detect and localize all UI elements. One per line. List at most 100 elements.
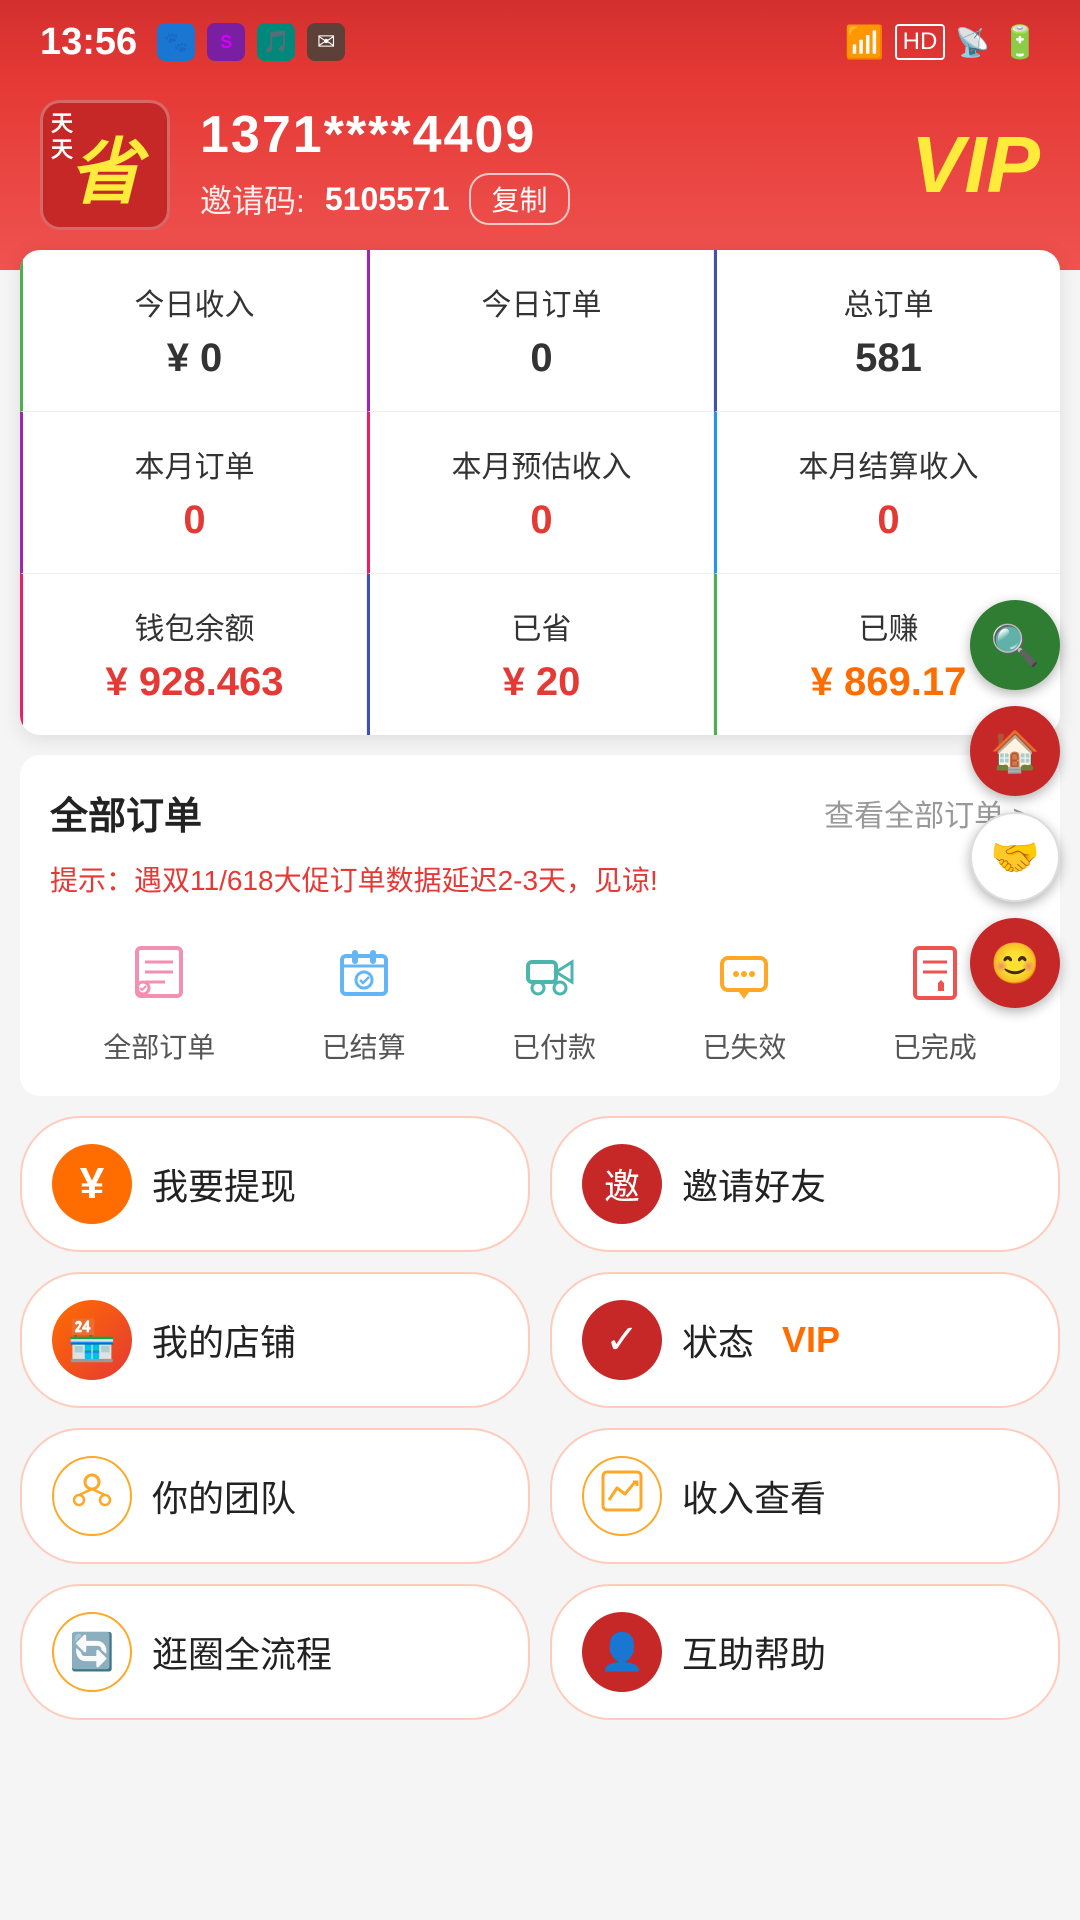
app-logo: 天天 省: [40, 100, 170, 230]
search-icon: 🔍: [990, 622, 1040, 669]
order-tab-expired[interactable]: 已失效: [702, 932, 786, 1066]
stat-total-orders: 总订单 581: [714, 250, 1060, 412]
order-tab-expired-icon: [704, 932, 784, 1012]
status-time: 13:56: [40, 21, 137, 64]
stat-saved: 已省 ¥ 20: [367, 574, 714, 735]
home-icon: 🏠: [990, 728, 1040, 775]
stat-month-estimated-label: 本月预估收入: [390, 442, 693, 486]
stat-today-orders-label: 今日订单: [390, 280, 693, 324]
stat-wallet-label: 钱包余额: [43, 604, 346, 648]
phone-number: 1371****4409: [200, 105, 881, 165]
logo-text-top: 天天: [51, 111, 73, 164]
stat-wallet-value: ¥ 928.463: [43, 660, 346, 705]
orders-title: 全部订单: [50, 785, 202, 840]
stat-today-income-label: 今日收入: [43, 280, 346, 324]
status-system-icons: 📶 HD 📡 🔋: [845, 23, 1040, 61]
order-tab-all-label: 全部订单: [103, 1026, 215, 1066]
order-tab-paid-icon: [514, 932, 594, 1012]
mail-app-icon: ✉: [307, 23, 345, 61]
yuan-icon: ¥: [80, 1159, 104, 1209]
order-tab-paid[interactable]: 已付款: [512, 932, 596, 1066]
browse-process-label: 逛圈全流程: [152, 1626, 332, 1678]
wifi-icon: 📶: [845, 23, 885, 61]
status-label: 状态: [682, 1314, 754, 1366]
stats-row-1: 今日收入 ¥ 0 今日订单 0 总订单 581: [20, 250, 1060, 412]
copy-button[interactable]: 复制: [469, 173, 569, 225]
user-info: 1371****4409 邀请码: 5105571 复制: [200, 105, 881, 225]
status-button[interactable]: ✓ 状态 VIP: [550, 1272, 1060, 1408]
service-float-button[interactable]: 😊: [970, 918, 1060, 1008]
order-tab-settled-label: 已结算: [322, 1026, 406, 1066]
stat-today-income: 今日收入 ¥ 0: [20, 250, 367, 412]
invite-icon: 邀: [604, 1158, 640, 1210]
stat-total-orders-label: 总订单: [737, 280, 1040, 324]
status-vip-badge: VIP: [782, 1319, 840, 1361]
vip-badge: VIP: [911, 119, 1040, 211]
withdraw-label: 我要提现: [152, 1158, 296, 1210]
team-button[interactable]: 你的团队: [20, 1428, 530, 1564]
shield-icon: ✓: [605, 1317, 639, 1363]
header: 天天 省 1371****4409 邀请码: 5105571 复制 VIP: [0, 80, 1080, 270]
income-button[interactable]: 收入查看: [550, 1428, 1060, 1564]
order-tab-settled-icon: [324, 932, 404, 1012]
floating-buttons: 🔍 🏠 🤝 😊: [970, 600, 1060, 1008]
mutual-help-icon: 👤: [600, 1631, 645, 1673]
stat-month-orders-label: 本月订单: [43, 442, 346, 486]
status-app-icons: 🐾 S 🎵 ✉: [157, 23, 345, 61]
order-tab-settled[interactable]: 已结算: [322, 932, 406, 1066]
team-label: 你的团队: [152, 1470, 296, 1522]
invite-button[interactable]: 邀 邀请好友: [550, 1116, 1060, 1252]
stat-month-orders: 本月订单 0: [20, 412, 367, 574]
browse-process-button[interactable]: 🔄 逛圈全流程: [20, 1584, 530, 1720]
orders-section-header: 全部订单 查看全部订单 >: [50, 785, 1030, 840]
qq-app-icon: 🎵: [257, 23, 295, 61]
signal-icon: 📡: [955, 26, 990, 59]
shop-icon-wrap: 🏪: [52, 1300, 132, 1380]
chart-icon: [599, 1468, 645, 1524]
stat-month-estimated-value: 0: [390, 498, 693, 543]
stat-month-orders-value: 0: [43, 498, 346, 543]
handshake-float-button[interactable]: 🤝: [970, 812, 1060, 902]
order-tab-completed[interactable]: 已完成: [893, 932, 977, 1066]
stats-grid: 今日收入 ¥ 0 今日订单 0 总订单 581 本月订单 0 本月预估收入 0 …: [20, 250, 1060, 735]
browse-process-icon-wrap: 🔄: [52, 1612, 132, 1692]
order-tab-completed-icon: [895, 932, 975, 1012]
mutual-help-button[interactable]: 👤 互助帮助: [550, 1584, 1060, 1720]
stat-month-settled: 本月结算收入 0: [714, 412, 1060, 574]
invite-icon-wrap: 邀: [582, 1144, 662, 1224]
orders-section: 全部订单 查看全部订单 > 提示：遇双11/618大促订单数据延迟2-3天，见谅…: [20, 755, 1060, 1096]
team-icon-wrap: [52, 1456, 132, 1536]
service-icon: 😊: [990, 940, 1040, 987]
stat-today-orders: 今日订单 0: [367, 250, 714, 412]
stat-today-income-value: ¥ 0: [43, 336, 346, 381]
stat-saved-value: ¥ 20: [390, 660, 693, 705]
stat-wallet: 钱包余额 ¥ 928.463: [20, 574, 367, 735]
stat-today-orders-value: 0: [390, 336, 693, 381]
order-tab-all[interactable]: 全部订单: [103, 932, 215, 1066]
stat-saved-label: 已省: [390, 604, 693, 648]
order-tab-paid-label: 已付款: [512, 1026, 596, 1066]
shop-icon: 🏪: [67, 1317, 117, 1364]
logo-text-main: 省: [69, 113, 141, 218]
status-bar: 13:56 🐾 S 🎵 ✉ 📶 HD 📡 🔋: [0, 0, 1080, 80]
stat-month-settled-label: 本月结算收入: [737, 442, 1040, 486]
orders-notice: 提示：遇双11/618大促订单数据延迟2-3天，见谅!: [50, 860, 1030, 902]
soul-app-icon: S: [207, 23, 245, 61]
mutual-help-label: 互助帮助: [682, 1626, 826, 1678]
order-tabs: 全部订单 已结算 已付款 已失效 已完成: [50, 932, 1030, 1066]
invite-code: 5105571: [325, 181, 450, 218]
browse-process-icon: 🔄: [70, 1631, 115, 1673]
home-float-button[interactable]: 🏠: [970, 706, 1060, 796]
mutual-help-icon-wrap: 👤: [582, 1612, 662, 1692]
shop-label: 我的店铺: [152, 1314, 296, 1366]
withdraw-button[interactable]: ¥ 我要提现: [20, 1116, 530, 1252]
search-float-button[interactable]: 🔍: [970, 600, 1060, 690]
stats-row-3: 钱包余额 ¥ 928.463 已省 ¥ 20 已赚 ¥ 869.17: [20, 574, 1060, 735]
shop-button[interactable]: 🏪 我的店铺: [20, 1272, 530, 1408]
stats-row-2: 本月订单 0 本月预估收入 0 本月结算收入 0: [20, 412, 1060, 574]
order-tab-all-icon: [119, 932, 199, 1012]
income-label: 收入查看: [682, 1470, 826, 1522]
actions-grid: ¥ 我要提现 邀 邀请好友 🏪 我的店铺 ✓ 状态 VIP 你的团队: [20, 1116, 1060, 1564]
battery-icon: 🔋: [1000, 23, 1040, 61]
order-tab-completed-label: 已完成: [893, 1026, 977, 1066]
